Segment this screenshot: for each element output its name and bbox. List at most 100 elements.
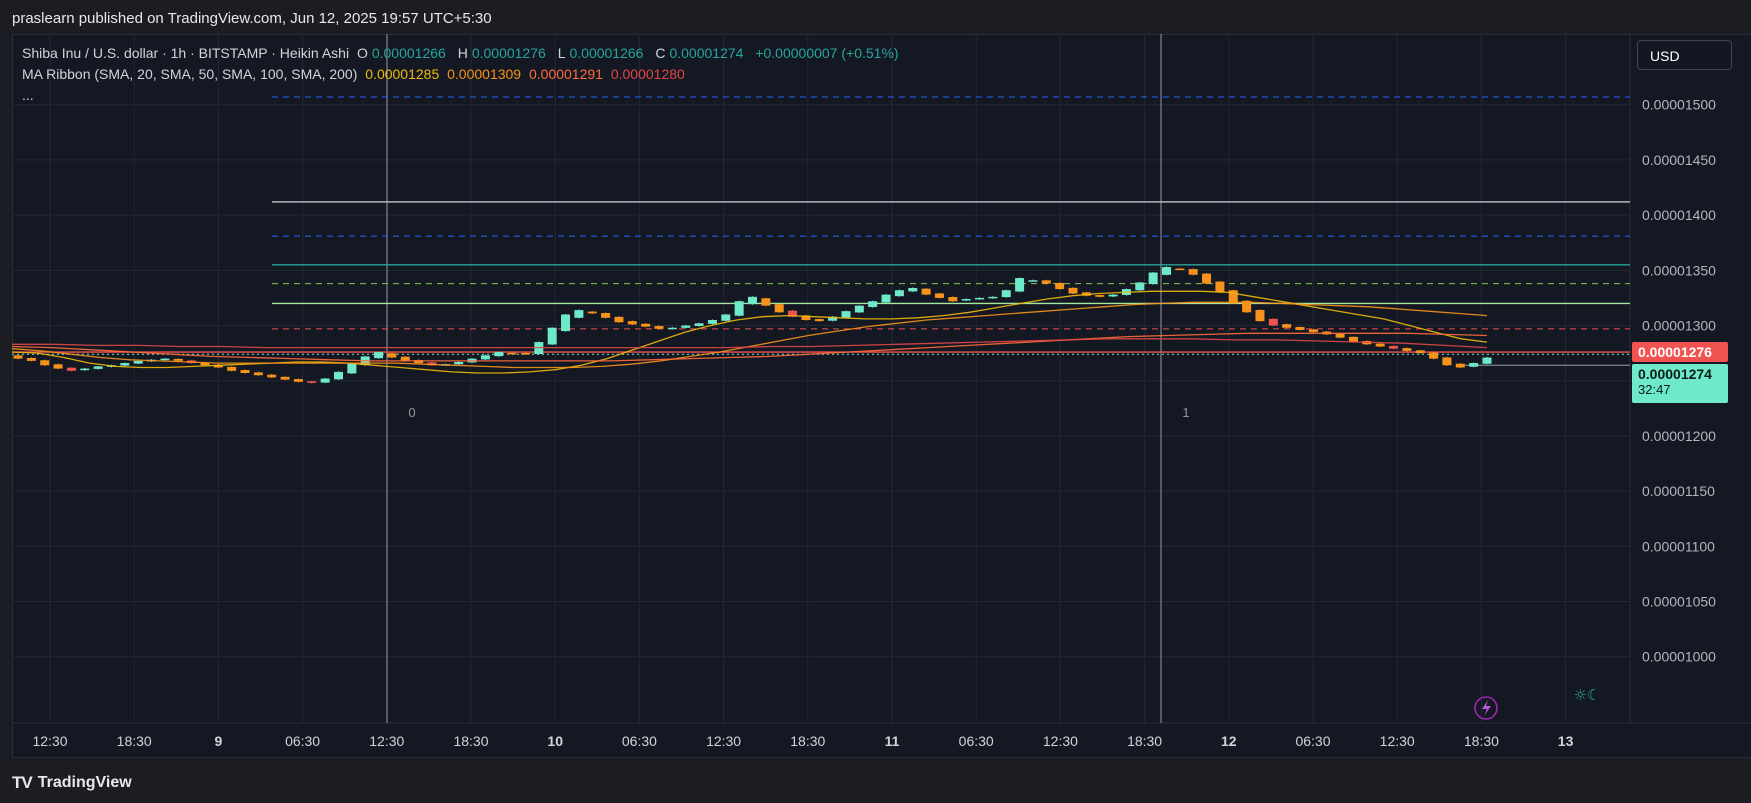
candle-body [1175, 268, 1185, 271]
candle-body [1482, 357, 1492, 364]
ohlc-close: C 0.00001274 [655, 45, 744, 61]
candle-body [1375, 343, 1385, 347]
candle-body [601, 313, 611, 318]
candle-body [26, 357, 36, 361]
candle-body [1255, 309, 1265, 322]
y-tick-label: 0.00001500 [1642, 97, 1716, 113]
candle-body [1469, 363, 1479, 367]
candle-body [1108, 294, 1118, 297]
candle-body [454, 361, 464, 365]
candle-body [547, 327, 557, 345]
candle-body [654, 326, 664, 329]
candle-body [961, 299, 971, 301]
footer-brand[interactable]: TV TradingView [12, 773, 132, 793]
price-chart[interactable]: 0.00001500 0.00001450 0.00001400 0.00001350… [0, 0, 1751, 803]
candle-body [53, 364, 63, 369]
bar-countdown: 32:47 [1638, 382, 1671, 397]
candle-body [160, 358, 170, 361]
x-tick-label: 06:30 [959, 733, 994, 749]
y-tick-label: 0.00001100 [1642, 538, 1715, 554]
candle-body [627, 321, 637, 325]
ohlc-open: O 0.00001266 [356, 45, 446, 61]
candle-body [1215, 281, 1225, 293]
footer-brand-label: TradingView [37, 774, 132, 791]
candle-body [1455, 363, 1465, 368]
candle-body [1028, 280, 1038, 282]
candle-body [1268, 318, 1278, 326]
x-tick-label: 9 [215, 733, 223, 749]
candle-body [520, 353, 530, 355]
candle-body [400, 356, 410, 361]
candle-body [574, 310, 584, 318]
legend-more-button[interactable]: ... [22, 87, 34, 103]
y-tick-label: 0.00001050 [1642, 594, 1716, 610]
candle-body [774, 304, 784, 313]
candle-body [1442, 357, 1452, 366]
last-price-tag: 0.00001276 [1632, 342, 1728, 362]
candle-body [1161, 267, 1171, 275]
x-tick-label: 18:30 [790, 733, 825, 749]
ma20-value: 0.00001285 [365, 66, 440, 82]
x-tick-label: 06:30 [285, 733, 320, 749]
ma100-value: 0.00001291 [528, 66, 603, 82]
candle-body [854, 305, 864, 313]
candle-body [320, 378, 330, 383]
symbol-title[interactable]: Shiba Inu / U.S. dollar · 1h · BITSTAMP … [22, 45, 349, 61]
current-price-value: 0.00001274 [1638, 366, 1712, 382]
x-tick-label: 12:30 [1043, 733, 1078, 749]
y-tick-label: 0.00001150 [1642, 483, 1715, 499]
lightning-glyph [1482, 700, 1491, 716]
candle-body [66, 367, 76, 371]
candle-body [1335, 333, 1345, 338]
candle-body [40, 360, 50, 366]
candle-body [748, 296, 757, 305]
session-marker-label: 1 [1182, 405, 1189, 420]
candle-body [761, 298, 771, 306]
ohlc-low: L 0.00001266 [557, 45, 644, 61]
x-tick-label: 18:30 [1127, 733, 1162, 749]
candle-body [1402, 348, 1412, 351]
candle-body [1202, 273, 1212, 284]
candle-body [133, 360, 143, 364]
candle-body [908, 287, 918, 292]
current-price-tag: 0.00001274 32:47 [1632, 364, 1728, 403]
candle-body [1015, 278, 1025, 292]
x-tick-label: 12:30 [369, 733, 404, 749]
candle-body [681, 325, 691, 328]
candle-body [641, 323, 651, 327]
candle-body [587, 311, 597, 314]
candle-body [1055, 282, 1065, 290]
x-tick-label: 13 [1558, 733, 1574, 749]
candle-body [1041, 280, 1051, 284]
candle-body [1148, 272, 1158, 285]
symbol-legend[interactable]: Shiba Inu / U.S. dollar · 1h · BITSTAMP … [22, 45, 903, 61]
y-tick-label: 0.00001400 [1642, 207, 1716, 223]
ma-ribbon-legend[interactable]: MA Ribbon (SMA, 20, SMA, 50, SMA, 100, S… [22, 66, 689, 82]
candle-body [173, 358, 183, 361]
y-tick-label: 0.00001000 [1642, 649, 1716, 665]
ma-ribbon-title[interactable]: MA Ribbon (SMA, 20, SMA, 50, SMA, 100, S… [22, 66, 357, 82]
candle-body [1135, 282, 1145, 291]
candle-body [614, 316, 624, 323]
candle-body [1389, 345, 1399, 349]
candle-body [1001, 290, 1011, 298]
candle-body [334, 371, 344, 380]
candle-body [507, 352, 517, 355]
y-tick-label: 0.00001450 [1642, 152, 1716, 168]
candle-body [881, 294, 891, 303]
candle-body [988, 296, 998, 299]
candle-body [734, 301, 744, 316]
currency-button[interactable]: USD [1637, 40, 1732, 70]
candle-body [934, 293, 944, 298]
ma-line [11, 301, 1488, 369]
candle-body [894, 290, 904, 297]
x-tick-label: 10 [547, 733, 563, 749]
y-tick-label: 0.00001350 [1642, 262, 1716, 278]
y-tick-label: 0.00001200 [1642, 428, 1716, 444]
candle-body [374, 352, 384, 359]
x-tick-label: 06:30 [1295, 733, 1330, 749]
candle-body [227, 366, 237, 371]
candle-body [1282, 324, 1292, 328]
x-tick-label: 12:30 [706, 733, 741, 749]
ma50-value: 0.00001309 [447, 66, 522, 82]
